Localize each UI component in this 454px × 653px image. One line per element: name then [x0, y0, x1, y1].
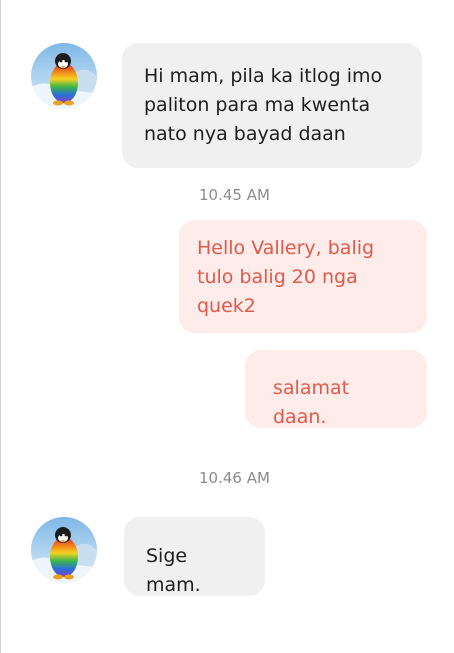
message-bubble-outgoing[interactable]: salamat daan. [245, 350, 427, 428]
rainbow-penguin-icon [31, 43, 97, 109]
chat-conversation-pane[interactable]: Hi mam, pila ka itlog imo paliton para m… [0, 0, 454, 653]
contact-avatar[interactable] [31, 43, 97, 109]
message-bubble-incoming[interactable]: Hi mam, pila ka itlog imo paliton para m… [122, 43, 422, 168]
message-timestamp: 10.45 AM [199, 186, 270, 204]
contact-avatar[interactable] [31, 517, 97, 583]
message-timestamp: 10.46 AM [199, 469, 270, 487]
message-bubble-outgoing[interactable]: Hello Vallery, balig tulo balig 20 nga q… [179, 220, 427, 333]
rainbow-penguin-icon [31, 517, 97, 583]
message-bubble-incoming[interactable]: Sige mam. [124, 517, 265, 596]
